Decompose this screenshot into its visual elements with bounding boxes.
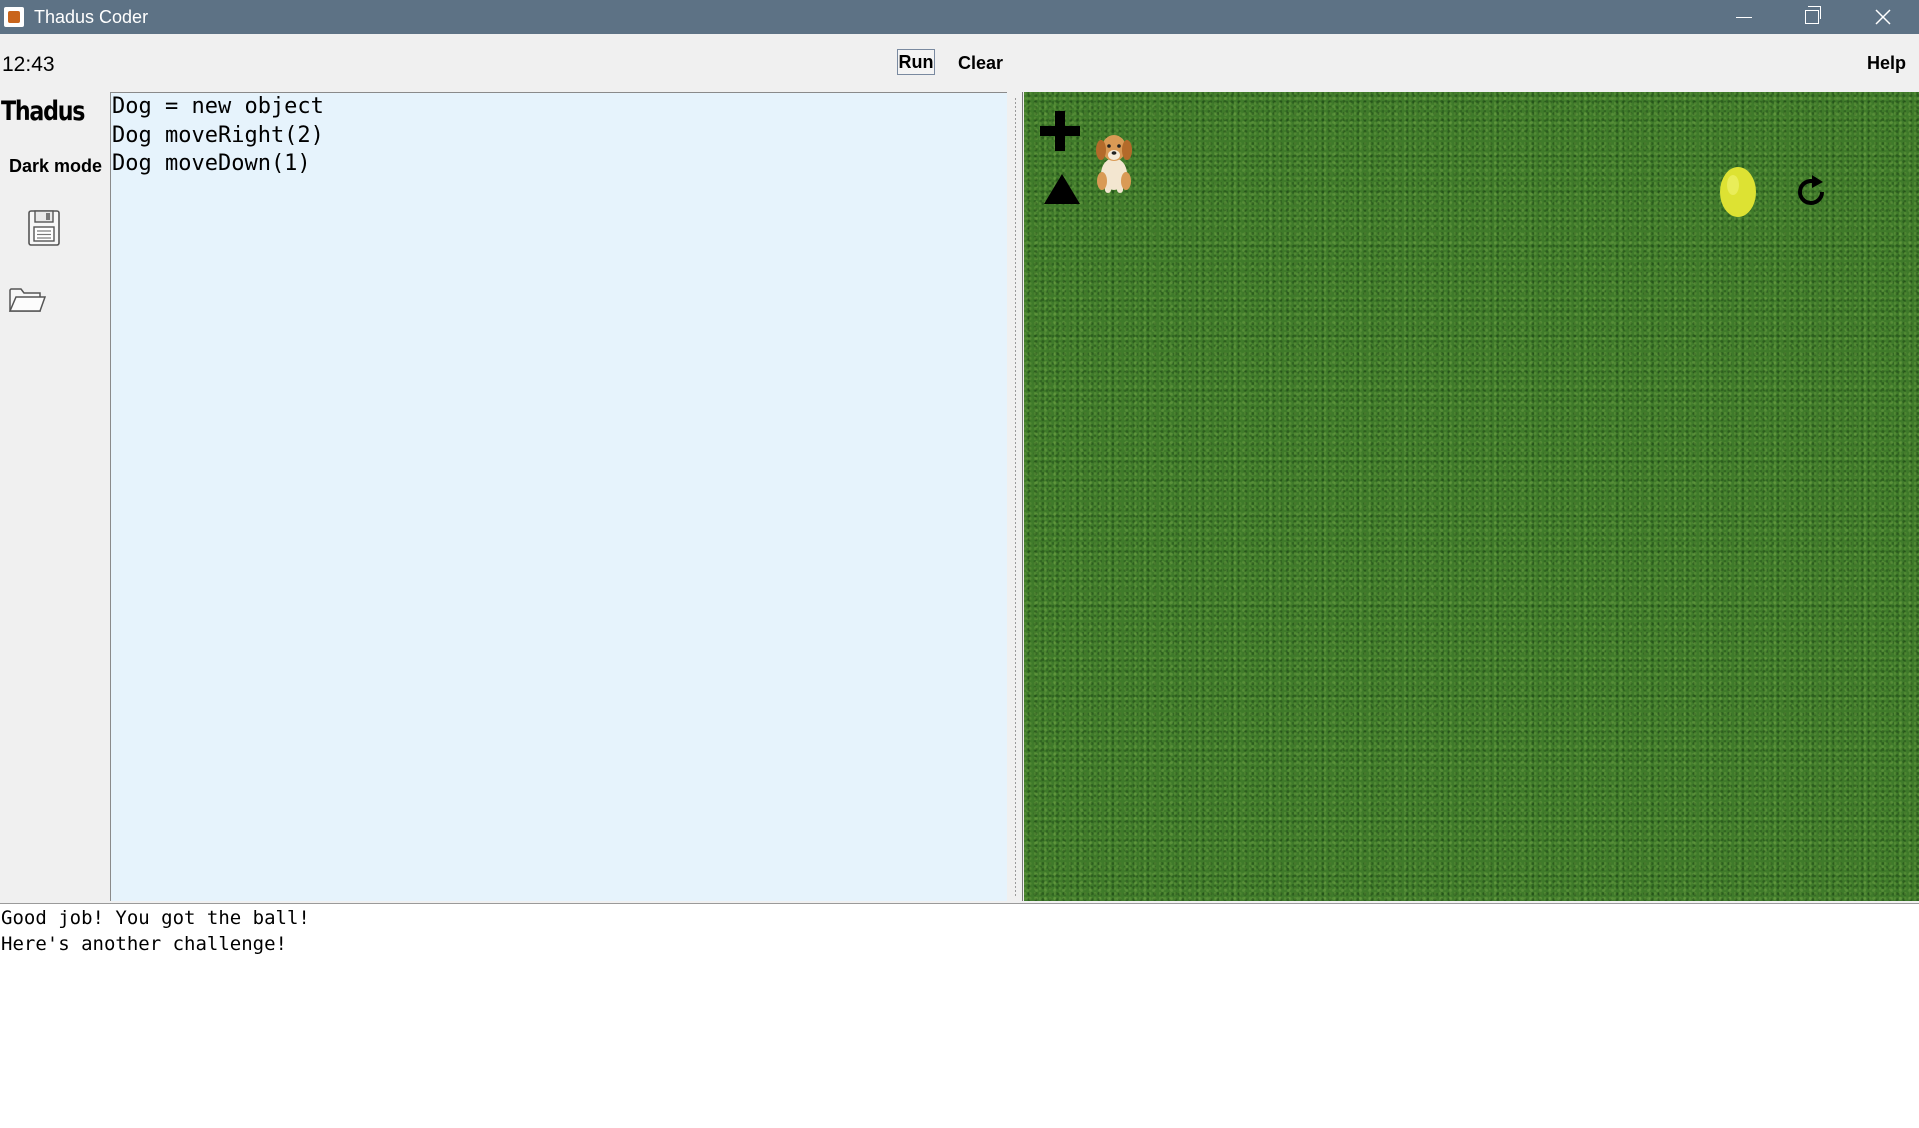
- save-floppy-icon[interactable]: [27, 209, 61, 247]
- console-line: Here's another challenge!: [1, 933, 287, 955]
- minimize-icon: [1736, 16, 1752, 18]
- java-cup-icon: [4, 7, 24, 27]
- window-title: Thadus Coder: [34, 7, 149, 27]
- app-logo: Thadus: [1, 96, 85, 127]
- code-editor[interactable]: Dog = new object Dog moveRight(2) Dog mo…: [110, 92, 1007, 901]
- game-canvas: [1024, 92, 1919, 901]
- refresh-icon[interactable]: [1792, 173, 1830, 211]
- minimize-button[interactable]: [1710, 0, 1778, 34]
- restore-icon: [1805, 6, 1821, 24]
- triangle-up-icon[interactable]: [1042, 172, 1082, 206]
- code-line: Dog moveDown(1): [112, 151, 311, 176]
- code-line: Dog moveRight(2): [112, 122, 324, 148]
- pane-splitter[interactable]: [1008, 92, 1024, 901]
- tennis-ball-sprite: [1720, 167, 1756, 217]
- code-lines: Dog = new object Dog moveRight(2) Dog mo…: [111, 93, 1007, 179]
- run-button[interactable]: Run: [897, 49, 935, 75]
- title-bar: Thadus Coder: [0, 0, 1919, 34]
- clock: 12:43: [2, 53, 55, 76]
- open-folder-icon[interactable]: [8, 284, 46, 314]
- console-output: Good job! You got the ball! Here's anoth…: [0, 903, 1919, 1128]
- dog-sprite: [1096, 135, 1132, 193]
- close-button[interactable]: [1849, 0, 1917, 34]
- help-button[interactable]: Help: [1867, 53, 1906, 74]
- clear-button[interactable]: Clear: [958, 53, 1003, 74]
- dark-mode-toggle[interactable]: Dark mode: [9, 156, 102, 177]
- plus-icon[interactable]: [1038, 109, 1082, 153]
- console-line: Good job! You got the ball!: [1, 907, 310, 929]
- code-line: Dog = new object: [112, 94, 324, 119]
- restore-button[interactable]: [1778, 0, 1846, 34]
- console-lines: Good job! You got the ball! Here's anoth…: [0, 904, 1919, 957]
- close-icon: [1875, 9, 1891, 25]
